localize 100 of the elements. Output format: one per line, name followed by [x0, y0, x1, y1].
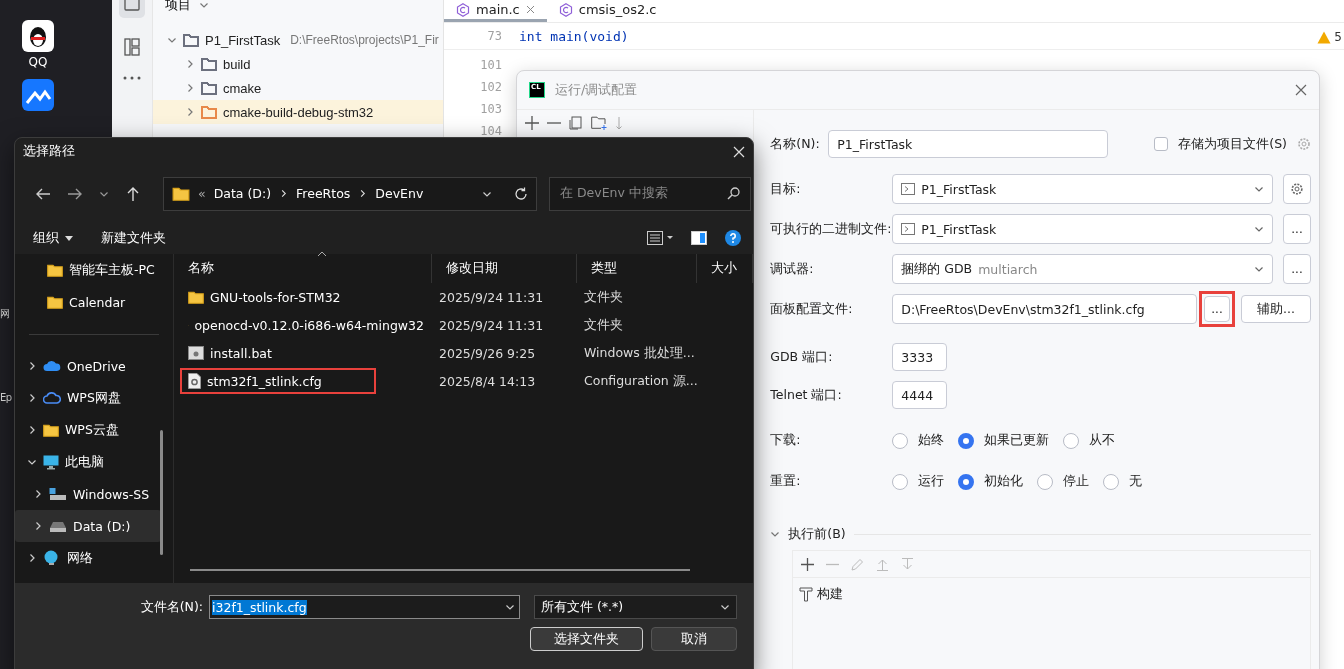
file-type: Configuration 源...: [583, 372, 697, 390]
nav-item[interactable]: OneDrive: [15, 350, 161, 382]
radio-button[interactable]: [1063, 432, 1080, 449]
option-label: 初始化: [984, 473, 1024, 490]
drive-icon: [49, 487, 67, 501]
add-icon[interactable]: [801, 557, 815, 571]
more-button[interactable]: ...: [1283, 254, 1311, 284]
option-label: 运行: [918, 473, 945, 490]
chevron-down-icon[interactable]: [1254, 264, 1264, 274]
chevron-down-icon[interactable]: [505, 602, 515, 612]
radio-button[interactable]: [892, 432, 909, 449]
dropdown[interactable]: 捆绑的 GDB multiarch: [892, 254, 1273, 284]
dropdown[interactable]: P1_FirstTask: [892, 174, 1273, 204]
field-label: 目标:: [770, 180, 802, 198]
tree-item[interactable]: P1_FirstTask: [205, 32, 281, 48]
help-icon[interactable]: [725, 230, 741, 246]
settings-button[interactable]: [1283, 174, 1311, 204]
close-icon: [733, 145, 745, 158]
chevron-down-icon[interactable]: [1254, 224, 1264, 234]
scrollbar[interactable]: [190, 569, 690, 571]
radio-button[interactable]: [892, 473, 909, 490]
add-icon[interactable]: [525, 116, 539, 130]
column-header[interactable]: 名称: [174, 254, 432, 283]
task-item[interactable]: 构建: [817, 586, 844, 603]
refresh-icon[interactable]: [514, 186, 528, 201]
panel-title[interactable]: 项目: [165, 0, 191, 14]
file-name[interactable]: install.bat: [210, 345, 272, 361]
cancel-button[interactable]: 取消: [651, 627, 737, 651]
select-folder-button[interactable]: 选择文件夹: [530, 627, 643, 651]
cloud-icon: [43, 392, 61, 404]
chevron-right-icon[interactable]: [33, 521, 43, 531]
search-field[interactable]: 在 DevEnv 中搜索: [549, 176, 751, 211]
penguin-app-icon[interactable]: [22, 20, 54, 52]
tree-item[interactable]: build: [223, 56, 251, 72]
editor-tab[interactable]: cmsis_os2.c: [546, 0, 669, 22]
chevron-down-icon[interactable]: [1254, 184, 1264, 194]
column-header[interactable]: 大小: [697, 254, 753, 283]
section-header[interactable]: 执行前(B): [788, 525, 846, 543]
chevron-right-icon[interactable]: [27, 361, 37, 371]
scrollbar[interactable]: [160, 430, 163, 555]
chevron-right-icon[interactable]: [33, 489, 43, 499]
chevron-right-icon[interactable]: [279, 189, 289, 198]
editor-tab[interactable]: main.c: [444, 0, 547, 22]
chevron-down-icon[interactable]: [27, 457, 37, 467]
organize-menu[interactable]: 组织: [33, 229, 73, 247]
chevron-right-icon[interactable]: [27, 553, 37, 563]
nav-item[interactable]: Calendar: [15, 286, 161, 318]
column-header[interactable]: 修改日期: [432, 254, 577, 283]
file-name[interactable]: openocd-v0.12.0-i686-w64-mingw32: [194, 317, 424, 333]
new-folder-icon[interactable]: [591, 116, 607, 130]
option-label: 始终: [918, 432, 945, 449]
address-bar[interactable]: « Data (D:) FreeRtos DevEnv: [163, 176, 537, 211]
dropdown[interactable]: P1_FirstTask: [892, 214, 1273, 244]
browse-button[interactable]: ...: [1204, 296, 1230, 322]
monitor-icon: [43, 454, 59, 470]
file-name[interactable]: stm32f1_stlink.cfg: [207, 373, 322, 389]
nav-item[interactable]: Windows-SS: [15, 478, 161, 510]
nav-item[interactable]: 网络: [15, 542, 161, 574]
nav-item[interactable]: 智能车主板-PC: [15, 254, 161, 286]
more-button[interactable]: ...: [1283, 214, 1311, 244]
chevron-right-icon[interactable]: [27, 393, 37, 403]
radio-button[interactable]: [958, 473, 975, 490]
radio-button[interactable]: [1103, 473, 1120, 490]
chevron-right-icon[interactable]: [27, 425, 37, 435]
radio-button[interactable]: [1037, 473, 1054, 490]
checkbox[interactable]: [1154, 137, 1169, 151]
preview-pane-icon[interactable]: [691, 231, 707, 245]
column-header[interactable]: 类型: [577, 254, 697, 283]
nav-item[interactable]: WPS云盘: [15, 414, 161, 446]
input-field[interactable]: 4444: [892, 381, 948, 409]
app-icon[interactable]: [22, 79, 54, 111]
radio-button[interactable]: [958, 432, 975, 449]
helper-button[interactable]: 辅助...: [1241, 295, 1311, 323]
settings-icon[interactable]: [1297, 137, 1311, 151]
input-field[interactable]: D:\FreeRtos\DevEnv\stm32f1_stlink.cfg: [892, 294, 1197, 324]
copy-icon[interactable]: [569, 116, 583, 130]
structure-icon[interactable]: [124, 38, 140, 56]
file-name[interactable]: GNU-tools-for-STM32: [210, 289, 341, 305]
input-field[interactable]: 3333: [892, 343, 948, 371]
search-icon: [727, 187, 740, 200]
tree-item[interactable]: cmake: [223, 80, 262, 96]
warning-count: 5: [1334, 30, 1342, 44]
field-label: Telnet 端口:: [770, 386, 843, 404]
close-icon[interactable]: [525, 5, 535, 14]
input-field[interactable]: P1_FirstTask: [828, 130, 1109, 158]
view-list-icon[interactable]: [647, 231, 673, 245]
chevron-right-icon[interactable]: [358, 189, 368, 198]
nav-item[interactable]: Data (D:): [15, 510, 161, 542]
nav-item[interactable]: WPS网盘: [15, 382, 161, 414]
more-icon[interactable]: [123, 76, 141, 80]
settings-icon: [1290, 182, 1304, 196]
file-date: 2025/9/24 11:31: [438, 289, 545, 305]
filename-field[interactable]: i32f1_stlink.cfg: [209, 595, 520, 619]
nav-item[interactable]: 此电脑: [15, 446, 161, 478]
line-number: 104: [479, 124, 503, 138]
close-button[interactable]: [1295, 84, 1307, 96]
checkbox-label: 存储为项目文件(S): [1178, 135, 1287, 153]
chevron-down-icon[interactable]: [720, 602, 730, 612]
new-folder-button[interactable]: 新建文件夹: [101, 229, 166, 247]
file-type-dropdown[interactable]: 所有文件 (*.*): [534, 595, 737, 619]
